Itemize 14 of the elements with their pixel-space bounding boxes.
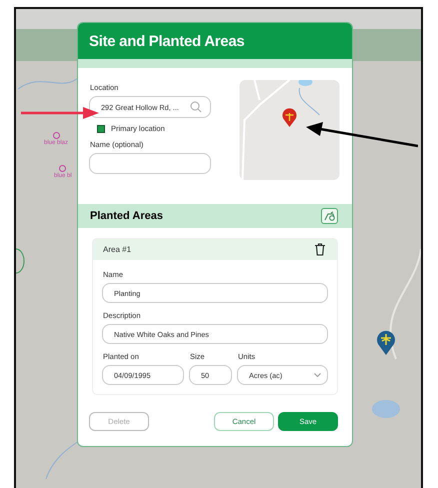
area-title: Area #1: [103, 245, 132, 254]
search-icon: [190, 101, 202, 113]
add-area-icon: [324, 211, 335, 221]
add-area-button[interactable]: [321, 208, 338, 224]
poi-icon: [59, 165, 66, 172]
map-pin-icon: [376, 329, 396, 355]
section-title: Planted Areas: [90, 210, 163, 222]
map-pin-icon: [282, 108, 296, 127]
trash-icon[interactable]: [315, 243, 325, 256]
chevron-down-icon: [314, 373, 321, 377]
poi-icon: [52, 132, 60, 139]
dialog-title: Site and Planted Areas: [89, 32, 244, 50]
name-field[interactable]: [89, 153, 211, 174]
checkbox[interactable]: [97, 124, 105, 132]
